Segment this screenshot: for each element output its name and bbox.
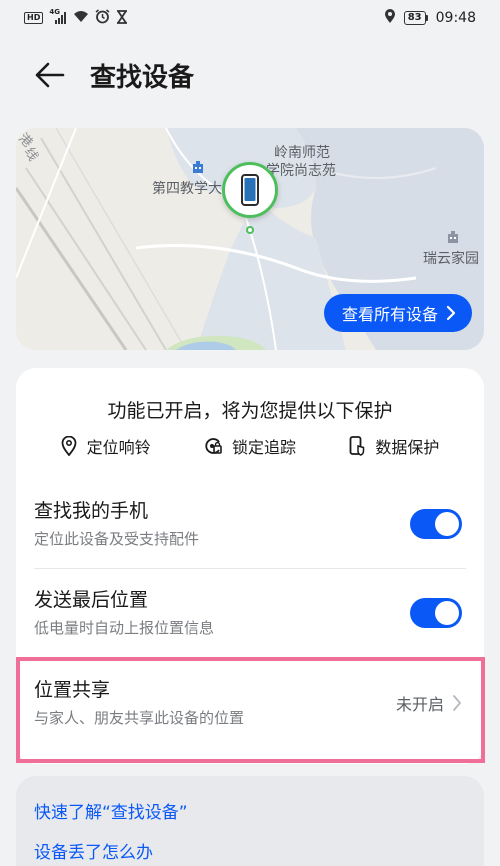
send-last-location-toggle[interactable] [410,598,462,628]
phone-shield-icon [349,436,365,456]
protection-card: 功能已开启，将为您提供以下保护 定位响铃 锁定追踪 数据保护 查找我的手机 定位… [16,368,484,764]
feature-label: 数据保护 [375,438,440,457]
setting-title: 发送最后位置 [34,589,149,611]
chevron-right-icon [446,305,456,321]
send-last-location-row[interactable]: 发送最后位置 低电量时自动上报位置信息 [16,569,484,657]
setting-subtitle: 低电量时自动上报位置信息 [34,619,215,637]
setting-subtitle: 定位此设备及受支持配件 [34,530,200,548]
arrow-left-icon [35,62,65,88]
location-icon [384,9,396,27]
location-pin-icon [61,436,77,456]
location-sharing-row[interactable]: 位置共享 与家人、朋友共享此设备的位置 未开启 [16,659,484,747]
status-right: 83 09:48 [384,9,476,27]
feature-list: 定位响铃 锁定追踪 数据保护 [16,434,484,458]
feature-label: 锁定追踪 [231,438,296,457]
back-button[interactable] [30,55,70,95]
network-type-label: 4G [49,7,60,16]
protection-title: 功能已开启，将为您提供以下保护 [107,400,393,422]
status-left: HD 4G [24,8,128,27]
map-label-campus-2: 学院尚志苑 [266,163,336,179]
phone-icon [241,174,259,206]
feature-data-protect: 数据保护 [349,434,439,458]
map-label-building: 第四教学大 [152,181,222,197]
help-link-intro[interactable]: 快速了解“查找设备” [34,798,188,823]
battery-icon: 83 [403,11,428,25]
setting-title: 位置共享 [34,679,111,701]
lock-track-icon [205,438,222,454]
setting-text: 位置共享 与家人、朋友共享此设备的位置 [34,676,396,730]
alarm-icon [95,9,110,27]
find-my-phone-row[interactable]: 查找我的手机 定位此设备及受支持配件 [16,480,484,568]
help-link-lost-device[interactable]: 设备丢了怎么办 [34,838,153,863]
view-all-devices-button[interactable]: 查看所有设备 [323,294,472,332]
find-my-phone-toggle[interactable] [410,509,462,539]
hd-icon: HD [24,12,44,24]
residence-icon [448,231,458,243]
hourglass-icon [116,9,128,27]
signal-4g-icon: 4G [49,8,67,25]
divider [34,657,466,658]
chevron-right-icon [453,695,461,711]
feature-lock-track: 锁定追踪 [204,434,296,458]
location-sharing-status: 未开启 [395,695,444,714]
page-title: 查找设备 [90,62,195,93]
setting-text: 发送最后位置 低电量时自动上报位置信息 [34,586,410,640]
map-label-campus-1: 岭南师范 [274,145,330,161]
help-card: 快速了解“查找设备” 设备丢了怎么办 [16,776,484,866]
building-icon [193,161,203,173]
device-map[interactable]: 港 线 第四教学大 岭南师范 学院尚志苑 瑞云家园 查看所有设备 [16,128,484,350]
clock: 09:48 [435,10,476,26]
setting-title: 查找我的手机 [34,500,149,522]
feature-label: 定位响铃 [86,438,151,457]
feature-locate-ring: 定位响铃 [61,434,151,458]
location-dot [246,226,254,234]
status-bar: HD 4G 83 09:48 [0,0,500,36]
device-location-marker[interactable] [222,162,278,218]
battery-level: 83 [403,11,426,25]
map-label-residence: 瑞云家园 [423,251,479,267]
view-all-devices-label: 查看所有设备 [341,305,438,324]
setting-subtitle: 与家人、朋友共享此设备的位置 [34,709,245,727]
app-header: 查找设备 [0,50,500,100]
wifi-icon [73,10,89,26]
setting-text: 查找我的手机 定位此设备及受支持配件 [34,497,410,551]
